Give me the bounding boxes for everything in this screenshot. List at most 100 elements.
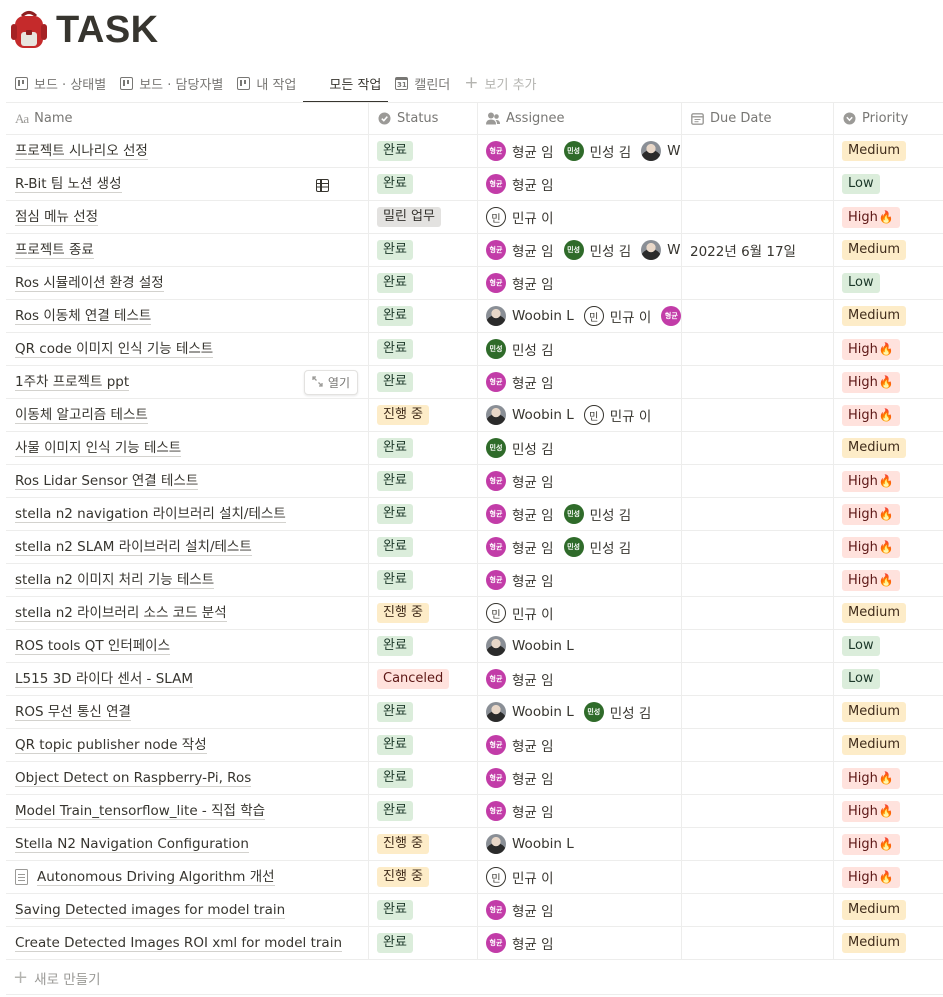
due-date-cell[interactable]	[682, 366, 834, 398]
view-tab-0[interactable]: 보드 · 상태별	[8, 64, 113, 102]
add-view-button[interactable]: + 보기 추가	[457, 64, 543, 102]
assignee-cell[interactable]: Woobin L	[478, 630, 682, 662]
task-name[interactable]: Ros 이동체 연결 테스트	[15, 308, 152, 325]
task-name[interactable]: R-Bit 팀 노션 생성	[15, 176, 122, 193]
task-name[interactable]: Create Detected Images ROI xml for model…	[15, 935, 342, 952]
status-cell[interactable]: 완료	[369, 531, 478, 563]
task-name[interactable]: 프로젝트 종료	[15, 242, 94, 259]
priority-cell[interactable]: Medium	[834, 432, 943, 464]
priority-cell[interactable]: High🔥	[834, 498, 943, 530]
name-cell[interactable]: QR code 이미지 인식 기능 테스트	[6, 333, 369, 365]
table-row[interactable]: Autonomous Driving Algorithm 개선 진행 중 민 민규 이…	[6, 861, 943, 894]
due-date-cell[interactable]	[682, 630, 834, 662]
table-row[interactable]: 프로젝트 시나리오 선정 완료 형균 형균 임 민성 민성 김 W Medium	[6, 135, 943, 168]
assignee-cell[interactable]: 형균 형균 임	[478, 795, 682, 827]
table-row[interactable]: Object Detect on Raspberry-Pi, Ros 완료 형균 형균…	[6, 762, 943, 795]
assignee-cell[interactable]: 형균 형균 임 민성 민성 김	[478, 498, 682, 530]
table-row[interactable]: stella n2 이미지 처리 기능 테스트 완료 형균 형균 임 High🔥	[6, 564, 943, 597]
priority-cell[interactable]: Low	[834, 630, 943, 662]
due-date-cell[interactable]	[682, 399, 834, 431]
assignee-cell[interactable]: 형균 형균 임	[478, 729, 682, 761]
priority-cell[interactable]: Medium	[834, 234, 943, 266]
task-name[interactable]: stella n2 SLAM 라이브러리 설치/테스트	[15, 539, 252, 556]
assignee-cell[interactable]: 형균 형균 임	[478, 927, 682, 959]
view-tab-1[interactable]: 보드 · 담당자별	[113, 64, 230, 102]
assignee-cell[interactable]: 형균 형균 임	[478, 366, 682, 398]
assignee-cell[interactable]: Woobin L	[478, 828, 682, 860]
task-name[interactable]: Object Detect on Raspberry-Pi, Ros	[15, 770, 252, 787]
table-row[interactable]: 이동체 알고리즘 테스트 진행 중 Woobin L 민 민규 이 High🔥	[6, 399, 943, 432]
priority-cell[interactable]: High🔥	[834, 531, 943, 563]
task-name[interactable]: Autonomous Driving Algorithm 개선	[37, 869, 275, 886]
column-header-due-date[interactable]: Due Date	[682, 103, 834, 134]
due-date-cell[interactable]	[682, 201, 834, 233]
assignee-cell[interactable]: 형균 형균 임	[478, 267, 682, 299]
task-name[interactable]: 점심 메뉴 선정	[15, 209, 99, 226]
name-cell[interactable]: Create Detected Images ROI xml for model…	[6, 927, 369, 959]
assignee-cell[interactable]: 민 민규 이	[478, 861, 682, 893]
task-name[interactable]: QR code 이미지 인식 기능 테스트	[15, 341, 214, 358]
status-cell[interactable]: 완료	[369, 432, 478, 464]
due-date-cell[interactable]	[682, 663, 834, 695]
name-cell[interactable]: 1주차 프로젝트 ppt 열기	[6, 366, 369, 398]
priority-cell[interactable]: Medium	[834, 927, 943, 959]
priority-cell[interactable]: Medium	[834, 300, 943, 332]
status-cell[interactable]: 완료	[369, 135, 478, 167]
priority-cell[interactable]: Medium	[834, 135, 943, 167]
name-cell[interactable]: 이동체 알고리즘 테스트	[6, 399, 369, 431]
status-cell[interactable]: 완료	[369, 795, 478, 827]
task-name[interactable]: 1주차 프로젝트 ppt	[15, 374, 130, 391]
status-cell[interactable]: 완료	[369, 333, 478, 365]
status-cell[interactable]: 완료	[369, 696, 478, 728]
task-name[interactable]: ROS tools QT 인터페이스	[15, 638, 171, 655]
priority-cell[interactable]: High🔥	[834, 399, 943, 431]
task-name[interactable]: 사물 이미지 인식 기능 테스트	[15, 440, 182, 457]
due-date-cell[interactable]	[682, 498, 834, 530]
assignee-cell[interactable]: Woobin L 민 민규 이 형균	[478, 300, 682, 332]
assignee-cell[interactable]: 형균 형균 임	[478, 894, 682, 926]
priority-cell[interactable]: Medium	[834, 729, 943, 761]
task-name[interactable]: Saving Detected images for model train	[15, 902, 286, 919]
task-name[interactable]: L515 3D 라이다 센서 - SLAM	[15, 671, 193, 688]
task-name[interactable]: stella n2 navigation 라이브러리 설치/테스트	[15, 506, 286, 523]
table-row[interactable]: Create Detected Images ROI xml for model…	[6, 927, 943, 960]
column-header-status[interactable]: Status	[369, 103, 478, 134]
table-row[interactable]: ROS 무선 통신 연결 완료 Woobin L 민성 민성 김 Medium	[6, 696, 943, 729]
due-date-cell[interactable]	[682, 168, 834, 200]
name-cell[interactable]: R-Bit 팀 노션 생성	[6, 168, 369, 200]
table-row[interactable]: 점심 메뉴 선정 밀린 업무 민 민규 이 High🔥	[6, 201, 943, 234]
due-date-cell[interactable]	[682, 564, 834, 596]
priority-cell[interactable]: Medium	[834, 894, 943, 926]
status-cell[interactable]: 완료	[369, 894, 478, 926]
due-date-cell[interactable]: 2022년 6월 17일	[682, 234, 834, 266]
status-cell[interactable]: 완료	[369, 729, 478, 761]
priority-cell[interactable]: High🔥	[834, 201, 943, 233]
priority-cell[interactable]: Low	[834, 267, 943, 299]
table-row[interactable]: Stella N2 Navigation Configuration 진행 중 Wo…	[6, 828, 943, 861]
status-cell[interactable]: 진행 중	[369, 828, 478, 860]
assignee-cell[interactable]: 형균 형균 임	[478, 663, 682, 695]
name-cell[interactable]: L515 3D 라이다 센서 - SLAM	[6, 663, 369, 695]
name-cell[interactable]: Ros 이동체 연결 테스트	[6, 300, 369, 332]
backpack-icon[interactable]	[10, 10, 48, 50]
due-date-cell[interactable]	[682, 927, 834, 959]
view-tab-4[interactable]: 31 캘린더	[388, 64, 457, 102]
due-date-cell[interactable]	[682, 432, 834, 464]
task-name[interactable]: Stella N2 Navigation Configuration	[15, 836, 249, 853]
table-row[interactable]: 프로젝트 종료 완료 형균 형균 임 민성 민성 김 W 2022년 6월 17일 Medium	[6, 234, 943, 267]
due-date-cell[interactable]	[682, 267, 834, 299]
task-name[interactable]: Ros 시뮬레이션 환경 설정	[15, 275, 164, 292]
open-page-button[interactable]: 열기	[303, 370, 358, 395]
name-cell[interactable]: stella n2 이미지 처리 기능 테스트	[6, 564, 369, 596]
priority-cell[interactable]: High🔥	[834, 795, 943, 827]
status-cell[interactable]: 완료	[369, 564, 478, 596]
priority-cell[interactable]: High🔥	[834, 762, 943, 794]
priority-cell[interactable]: High🔥	[834, 861, 943, 893]
assignee-cell[interactable]: Woobin L 민성 민성 김	[478, 696, 682, 728]
name-cell[interactable]: Object Detect on Raspberry-Pi, Ros	[6, 762, 369, 794]
status-cell[interactable]: 완료	[369, 168, 478, 200]
assignee-cell[interactable]: Woobin L 민 민규 이	[478, 399, 682, 431]
status-cell[interactable]: 진행 중	[369, 399, 478, 431]
table-row[interactable]: Ros 시뮬레이션 환경 설정 완료 형균 형균 임 Low	[6, 267, 943, 300]
task-name[interactable]: 프로젝트 시나리오 선정	[15, 143, 148, 160]
